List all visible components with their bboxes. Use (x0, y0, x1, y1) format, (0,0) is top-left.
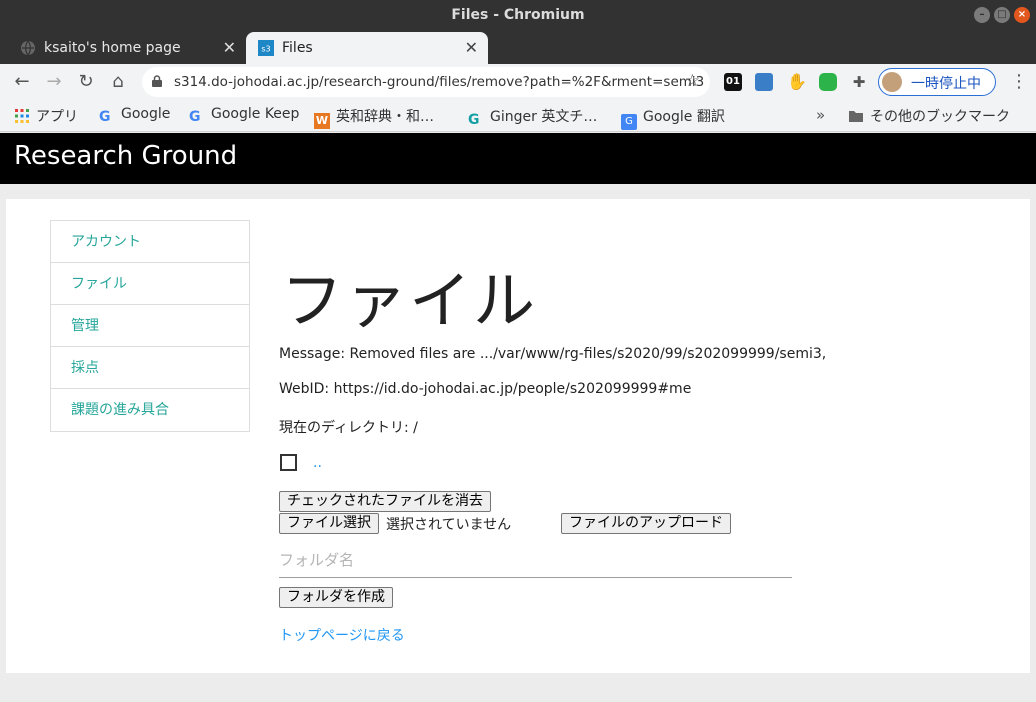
google-icon: G (189, 109, 201, 125)
window-title: Files - Chromium (451, 7, 585, 23)
ginger-icon: G (468, 112, 480, 128)
site-brand[interactable]: Research Ground (14, 141, 237, 171)
site-header: Research Ground (0, 133, 1036, 184)
url-text: s314.do-johodai.ac.jp/research-ground/fi… (174, 74, 705, 90)
browser-toolbar: ← → ↻ ⌂ s314.do-johodai.ac.jp/research-g… (0, 64, 1036, 100)
avatar (882, 72, 902, 92)
profile-button[interactable]: 一時停止中 (878, 68, 996, 96)
tab-label: ksaito's home page (44, 40, 181, 56)
google-icon: G (99, 109, 111, 125)
bookmark-other[interactable]: その他のブックマーク (848, 106, 1010, 126)
more-menu-icon[interactable]: ⋮ (1010, 72, 1028, 92)
profile-label: 一時停止中 (911, 76, 981, 92)
choose-file-button[interactable]: ファイル選択 (279, 513, 379, 534)
globe-icon (21, 40, 35, 56)
sidenav-item-progress[interactable]: 課題の進み具合 (51, 389, 249, 431)
site-icon: s3 (258, 40, 274, 56)
weblio-icon: W (314, 113, 330, 129)
bookmark-label: Google (121, 106, 171, 122)
file-checkbox[interactable] (280, 454, 297, 471)
folder-icon (849, 111, 863, 122)
extension-01-icon[interactable]: 01 (724, 73, 742, 91)
close-window-button[interactable]: × (1014, 7, 1030, 23)
translate-icon: G (621, 114, 637, 130)
bookmark-dictionary[interactable]: W 英和辞典・和… (314, 106, 434, 129)
back-arrow-icon[interactable]: ← (10, 70, 34, 94)
bookmark-label: 英和辞典・和… (336, 109, 434, 125)
extension-gnome-icon[interactable]: ✋ (787, 73, 807, 91)
tab-strip: ksaito's home page ✕ s3 Files ✕ + (0, 30, 1036, 88)
address-bar[interactable]: s314.do-johodai.ac.jp/research-ground/fi… (142, 67, 710, 97)
delete-checked-files-button[interactable]: チェックされたファイルを消去 (279, 491, 491, 512)
bookmark-label: その他のブックマーク (870, 109, 1010, 125)
status-message: Message: Removed files are .../var/www/r… (279, 346, 827, 362)
tab-close-icon[interactable]: ✕ (465, 38, 478, 57)
bookmark-google-keep[interactable]: G Google Keep (189, 106, 299, 126)
no-file-selected-text: 選択されていません (386, 517, 512, 533)
reload-icon[interactable]: ↻ (74, 70, 98, 94)
tab-label: Files (282, 40, 313, 56)
apps-grid-icon (15, 109, 29, 123)
current-directory: 現在のディレクトリ: / (279, 420, 418, 436)
upload-file-button[interactable]: ファイルのアップロード (561, 513, 731, 534)
bookmark-google-translate[interactable]: G Google 翻訳 (621, 106, 725, 130)
forward-arrow-icon[interactable]: → (42, 70, 66, 94)
bookmark-google[interactable]: G Google (99, 106, 170, 126)
chevron-right-icon[interactable]: » (816, 106, 825, 124)
bookmark-label: Google Keep (211, 106, 300, 122)
sidenav-item-files[interactable]: ファイル (51, 263, 249, 305)
folder-name-input[interactable] (279, 542, 792, 578)
page-title: ファイル (281, 264, 538, 337)
tab-files[interactable]: s3 Files ✕ (246, 32, 488, 64)
create-folder-button[interactable]: フォルダを作成 (279, 587, 393, 608)
bookmark-ginger[interactable]: G Ginger 英文チ… (468, 106, 598, 128)
sidenav-item-admin[interactable]: 管理 (51, 305, 249, 347)
back-to-top-link[interactable]: トップページに戻る (279, 625, 405, 645)
bookmarks-bar: アプリ G Google G Google Keep W 英和辞典・和… G Ginge… (0, 100, 1036, 132)
lock-icon (152, 75, 162, 87)
bookmark-label: アプリ (36, 109, 78, 125)
extension-line-icon[interactable] (819, 73, 837, 91)
bookmark-label: Google 翻訳 (643, 109, 725, 125)
bookmark-star-icon[interactable]: ☆ (685, 71, 700, 91)
minimize-button[interactable]: – (974, 7, 990, 23)
side-navigation: アカウント ファイル 管理 採点 課題の進み具合 (50, 220, 250, 432)
parent-directory-link[interactable]: .. (313, 455, 322, 471)
sidenav-item-account[interactable]: アカウント (51, 221, 249, 263)
bookmark-apps[interactable]: アプリ (14, 106, 78, 126)
sidenav-item-grading[interactable]: 採点 (51, 347, 249, 389)
bookmark-label: Ginger 英文チ… (490, 109, 598, 125)
extensions-puzzle-icon[interactable]: ✚ (850, 73, 868, 91)
webid-text: WebID: https://id.do-johodai.ac.jp/peopl… (279, 381, 692, 397)
window-titlebar: Files - Chromium – □ × (0, 0, 1036, 30)
svg-text:s3: s3 (261, 45, 270, 54)
home-icon[interactable]: ⌂ (106, 70, 130, 94)
extension-screenshot-icon[interactable] (755, 73, 773, 91)
tab-home-page[interactable]: ksaito's home page ✕ (8, 32, 246, 64)
tab-close-icon[interactable]: ✕ (223, 38, 236, 57)
maximize-button[interactable]: □ (994, 7, 1010, 23)
